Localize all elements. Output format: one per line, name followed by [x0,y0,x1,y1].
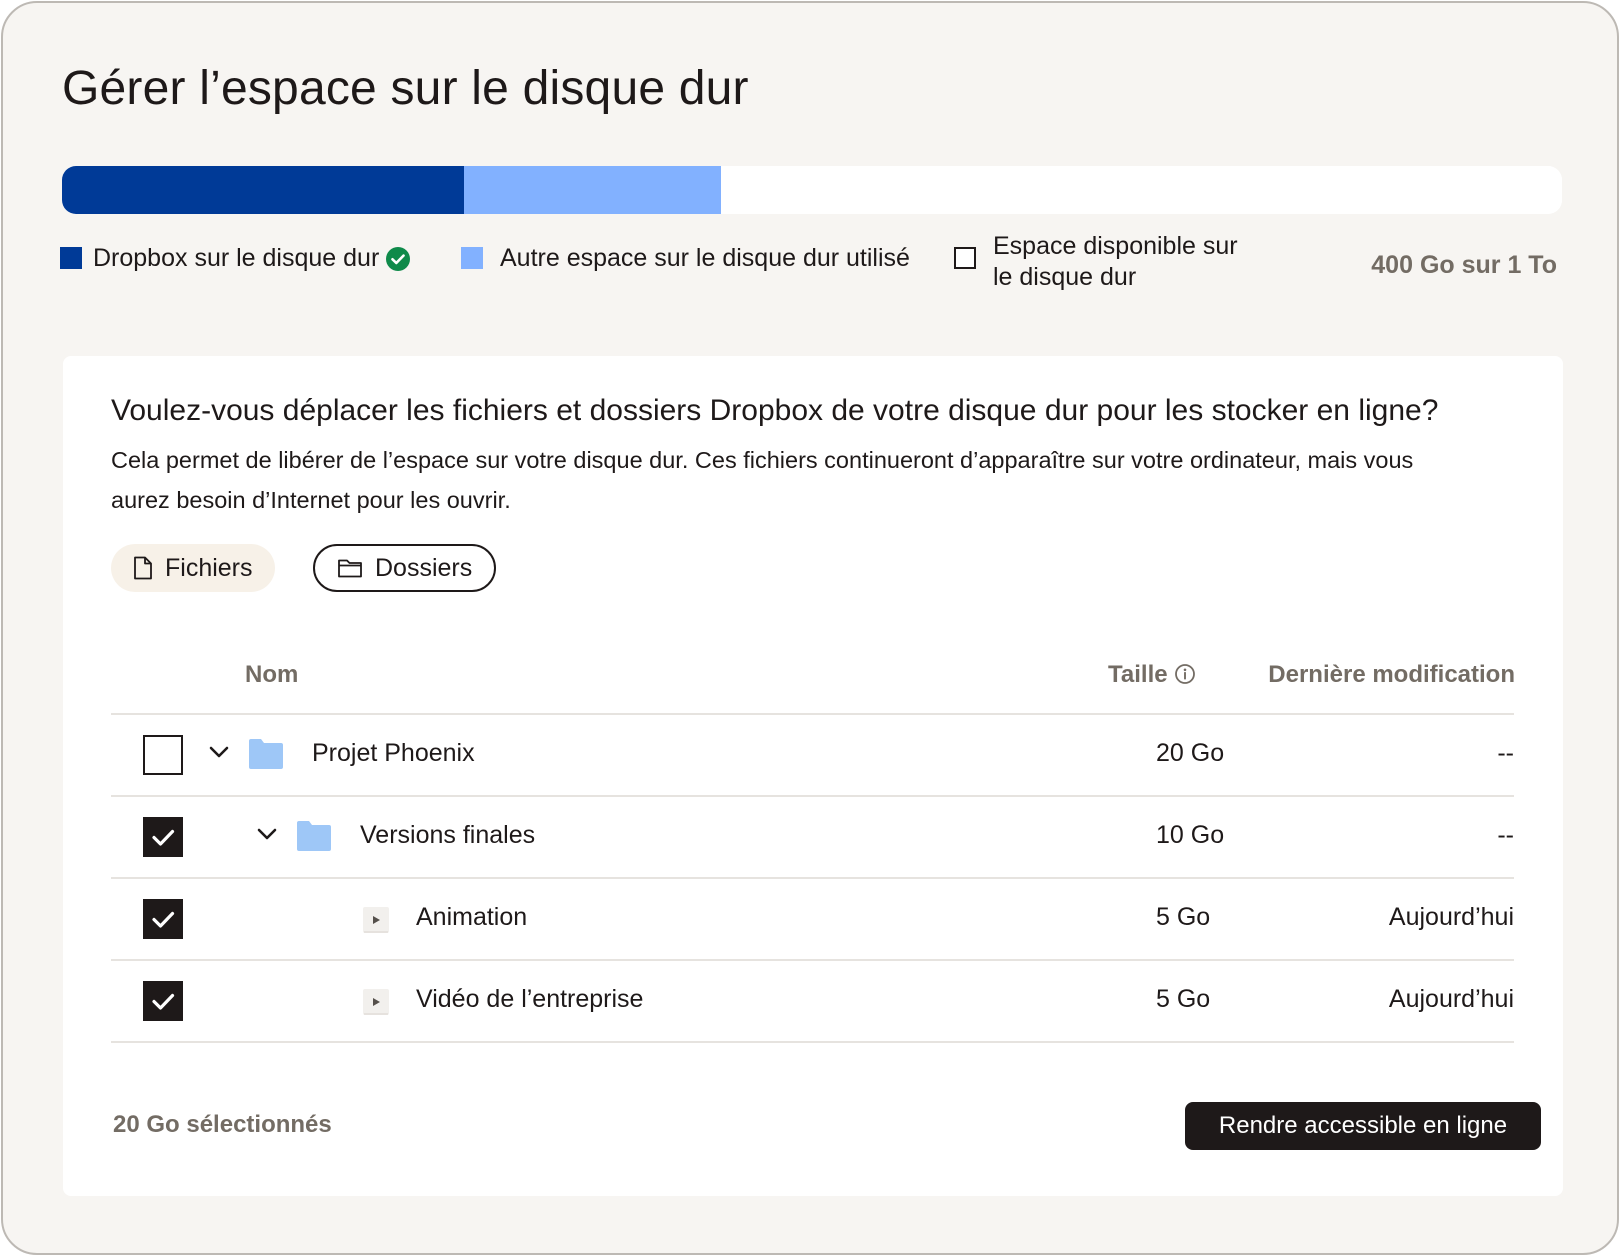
row-modified: Aujourd’hui [1388,903,1514,931]
tab-folders-label: Dossiers [375,553,473,582]
row-checkbox[interactable] [143,981,183,1021]
manage-disk-space-window: Gérer l’espace sur le disque dur Dropbox… [1,1,1619,1255]
storage-bar-dropbox-segment [62,166,464,214]
legend-label-free-line1: Espace disponible sur [993,232,1238,260]
legend-swatch-free [954,247,976,269]
row-name: Versions finales [360,821,536,849]
row-modified: -- [1497,739,1514,767]
row-name: Projet Phoenix [312,739,475,767]
storage-usage-bar [62,166,1562,214]
legend-label-free: Espace disponible sur le disque dur [993,231,1238,293]
panel-question: Voulez-vous déplacer les fichiers et dos… [111,394,1439,427]
table-row[interactable]: Versions finales 10 Go -- [111,797,1514,877]
info-icon[interactable] [1174,663,1196,685]
table-row[interactable]: Animation 5 Go Aujourd’hui [111,879,1514,959]
legend-swatch-other [461,247,483,269]
row-size: 20 Go [1156,739,1225,767]
column-header-size-label: Taille [1108,661,1168,688]
folder-icon [249,739,283,769]
table-row[interactable]: Projet Phoenix 20 Go -- [111,715,1514,795]
table-row[interactable]: Vidéo de l’entreprise 5 Go Aujourd’hui [111,961,1514,1041]
folder-outline-icon [338,559,362,578]
row-modified: Aujourd’hui [1388,985,1514,1013]
row-checkbox[interactable] [143,899,183,939]
storage-bar-free-segment [720,166,1562,214]
tab-folders[interactable]: Dossiers [313,544,497,592]
legend-label-dropbox: Dropbox sur le disque dur [93,244,380,272]
table-divider [111,1041,1514,1043]
check-circle-icon [386,247,410,271]
legend-label-free-line2: le disque dur [993,263,1137,291]
storage-bar-other-segment [464,166,721,214]
legend-label-other: Autre espace sur le disque dur utilisé [500,244,910,272]
page-title: Gérer l’espace sur le disque dur [62,62,749,115]
storage-total: 400 Go sur 1 To [1371,251,1557,279]
checkmark-icon [152,993,175,1010]
checkmark-icon [152,829,175,846]
row-checkbox[interactable] [143,735,183,775]
chevron-down-icon[interactable] [208,745,230,759]
row-name: Animation [416,903,528,931]
video-file-icon [363,989,389,1015]
column-header-size[interactable]: Taille [1108,661,1196,689]
panel-description: Cela permet de libérer de l’espace sur v… [111,447,1414,513]
column-header-modified[interactable]: Dernière modification [1268,661,1515,689]
online-only-panel: Voulez-vous déplacer les fichiers et dos… [63,356,1563,1196]
row-modified: -- [1497,821,1514,849]
row-size: 5 Go [1156,985,1211,1013]
selection-summary: 20 Go sélectionnés [113,1111,332,1138]
row-size: 5 Go [1156,903,1211,931]
column-header-name[interactable]: Nom [245,661,298,689]
make-online-only-button[interactable]: Rendre accessible en ligne [1185,1102,1541,1150]
video-file-icon [363,907,389,933]
row-checkbox[interactable] [143,817,183,857]
legend-swatch-dropbox [60,247,82,269]
tab-files[interactable]: Fichiers [111,544,275,592]
tab-files-label: Fichiers [165,553,253,582]
folder-icon [297,821,331,851]
row-size: 10 Go [1156,821,1225,849]
chevron-down-icon[interactable] [256,827,278,841]
row-name: Vidéo de l’entreprise [416,985,644,1013]
checkmark-icon [152,911,175,928]
file-icon [134,556,152,580]
